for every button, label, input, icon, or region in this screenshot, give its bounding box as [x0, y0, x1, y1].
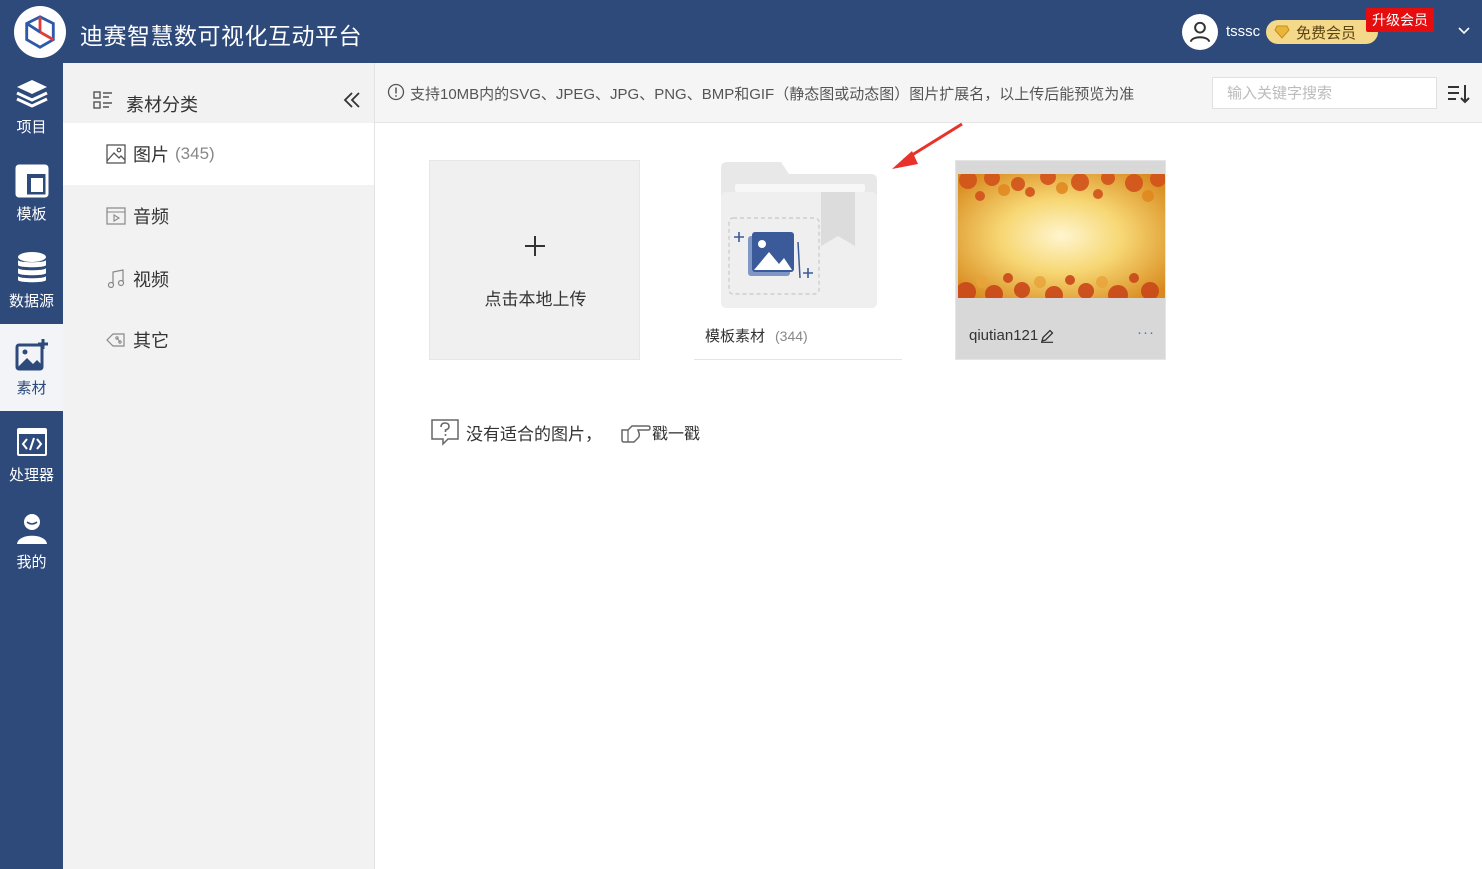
nav-item-profile[interactable]: 我的 — [0, 498, 63, 585]
app-title: 迪赛智慧数可视化互动平台 — [80, 23, 362, 49]
top-bar: 迪赛智慧数可视化互动平台 tsssc 免费会员 升级会员 — [0, 0, 1482, 63]
folder-label: 模板素材 (344) — [705, 325, 808, 346]
nav-item-label: 我的 — [16, 554, 47, 571]
plus-icon — [525, 236, 545, 256]
category-item-video[interactable]: 视频 — [63, 248, 374, 310]
member-badge-label: 免费会员 — [1296, 24, 1357, 42]
tag-share-icon — [106, 333, 125, 347]
category-list-icon — [93, 91, 112, 109]
folder-card-template-materials[interactable]: 模板素材 (344) — [694, 160, 902, 360]
materials-toolbar: 支持10MB内的SVG、JPEG、JPG、PNG、BMP和GIF（静态图或动态图… — [375, 63, 1482, 123]
logo-cube-icon — [25, 15, 55, 49]
folder-name: 模板素材 — [705, 328, 766, 345]
nav-item-materials[interactable]: 素材 — [0, 324, 63, 411]
pointing-hand-icon — [621, 425, 651, 443]
nav-item-datasource[interactable]: 数据源 — [0, 237, 63, 324]
sort-icon[interactable] — [1446, 82, 1470, 106]
video-player-icon — [106, 207, 126, 225]
chevron-down-icon[interactable] — [1456, 22, 1472, 38]
user-avatar[interactable] — [1182, 14, 1218, 50]
member-badge[interactable]: 免费会员 — [1266, 20, 1378, 44]
edit-pencil-icon[interactable] — [1040, 329, 1054, 343]
info-icon — [387, 83, 405, 101]
category-item-label: 视频 — [133, 270, 169, 290]
upload-label: 点击本地上传 — [484, 290, 587, 309]
main-nav-rail: 项目 模板 数据源 素材 处理器 我的 — [0, 63, 63, 869]
nav-item-label: 数据源 — [8, 293, 54, 310]
music-note-icon — [107, 269, 125, 289]
autumn-leaves-thumbnail — [958, 174, 1165, 298]
category-item-images[interactable]: 图片 (345) — [63, 123, 374, 185]
image-thumbnail[interactable] — [958, 174, 1165, 298]
code-icon — [16, 428, 47, 456]
app-logo[interactable] — [14, 6, 66, 58]
nav-item-label: 素材 — [16, 380, 47, 397]
search-input[interactable] — [1212, 77, 1437, 109]
category-item-label: 其它 — [133, 331, 169, 351]
add-image-icon — [15, 339, 48, 371]
upload-notice: 支持10MB内的SVG、JPEG、JPG、PNG、BMP和GIF（静态图或动态图… — [410, 86, 1135, 103]
folder-image-icon — [721, 162, 877, 308]
nav-item-processors[interactable]: 处理器 — [0, 411, 63, 498]
image-name-text: qiutian121 — [969, 327, 1039, 344]
nav-item-templates[interactable]: 模板 — [0, 150, 63, 237]
image-card-qiutian121[interactable]: qiutian121 ··· — [955, 160, 1166, 360]
hint-text: 没有适合的图片， — [466, 424, 602, 444]
nav-item-projects[interactable]: 项目 — [0, 63, 63, 150]
nav-item-label: 处理器 — [8, 467, 54, 484]
template-icon — [15, 164, 48, 198]
nav-item-label: 项目 — [16, 119, 47, 136]
poke-link[interactable]: 戳一戳 — [652, 420, 700, 444]
red-annotation-arrow — [892, 122, 963, 169]
folder-count: (344) — [775, 328, 808, 344]
username[interactable]: tsssc — [1226, 23, 1260, 40]
image-name: qiutian121 — [969, 327, 1054, 344]
diamond-icon — [1274, 25, 1290, 39]
upload-card[interactable]: 点击本地上传 — [429, 160, 640, 360]
category-panel: 素材分类 图片 (345) 音频 视频 其它 — [63, 63, 375, 869]
layers-icon — [15, 80, 48, 108]
user-icon — [1189, 21, 1211, 43]
upgrade-button[interactable]: 升级会员 — [1366, 8, 1434, 32]
more-options-icon[interactable]: ··· — [1137, 324, 1155, 341]
no-suitable-image-hint: 没有适合的图片， 戳一戳 — [430, 418, 700, 446]
image-icon — [106, 144, 126, 164]
category-panel-title: 素材分类 — [126, 95, 198, 115]
nav-item-label: 模板 — [16, 206, 47, 223]
database-icon — [17, 252, 46, 283]
collapse-double-chevron-icon[interactable] — [341, 89, 363, 111]
person-icon — [16, 514, 47, 544]
category-item-count: (345) — [175, 144, 215, 163]
category-item-label: 图片 — [133, 145, 169, 165]
category-item-label: 音频 — [133, 207, 169, 227]
category-item-audio[interactable]: 音频 — [63, 185, 374, 247]
category-item-other[interactable]: 其它 — [63, 309, 374, 371]
question-bubble-icon — [431, 419, 459, 446]
